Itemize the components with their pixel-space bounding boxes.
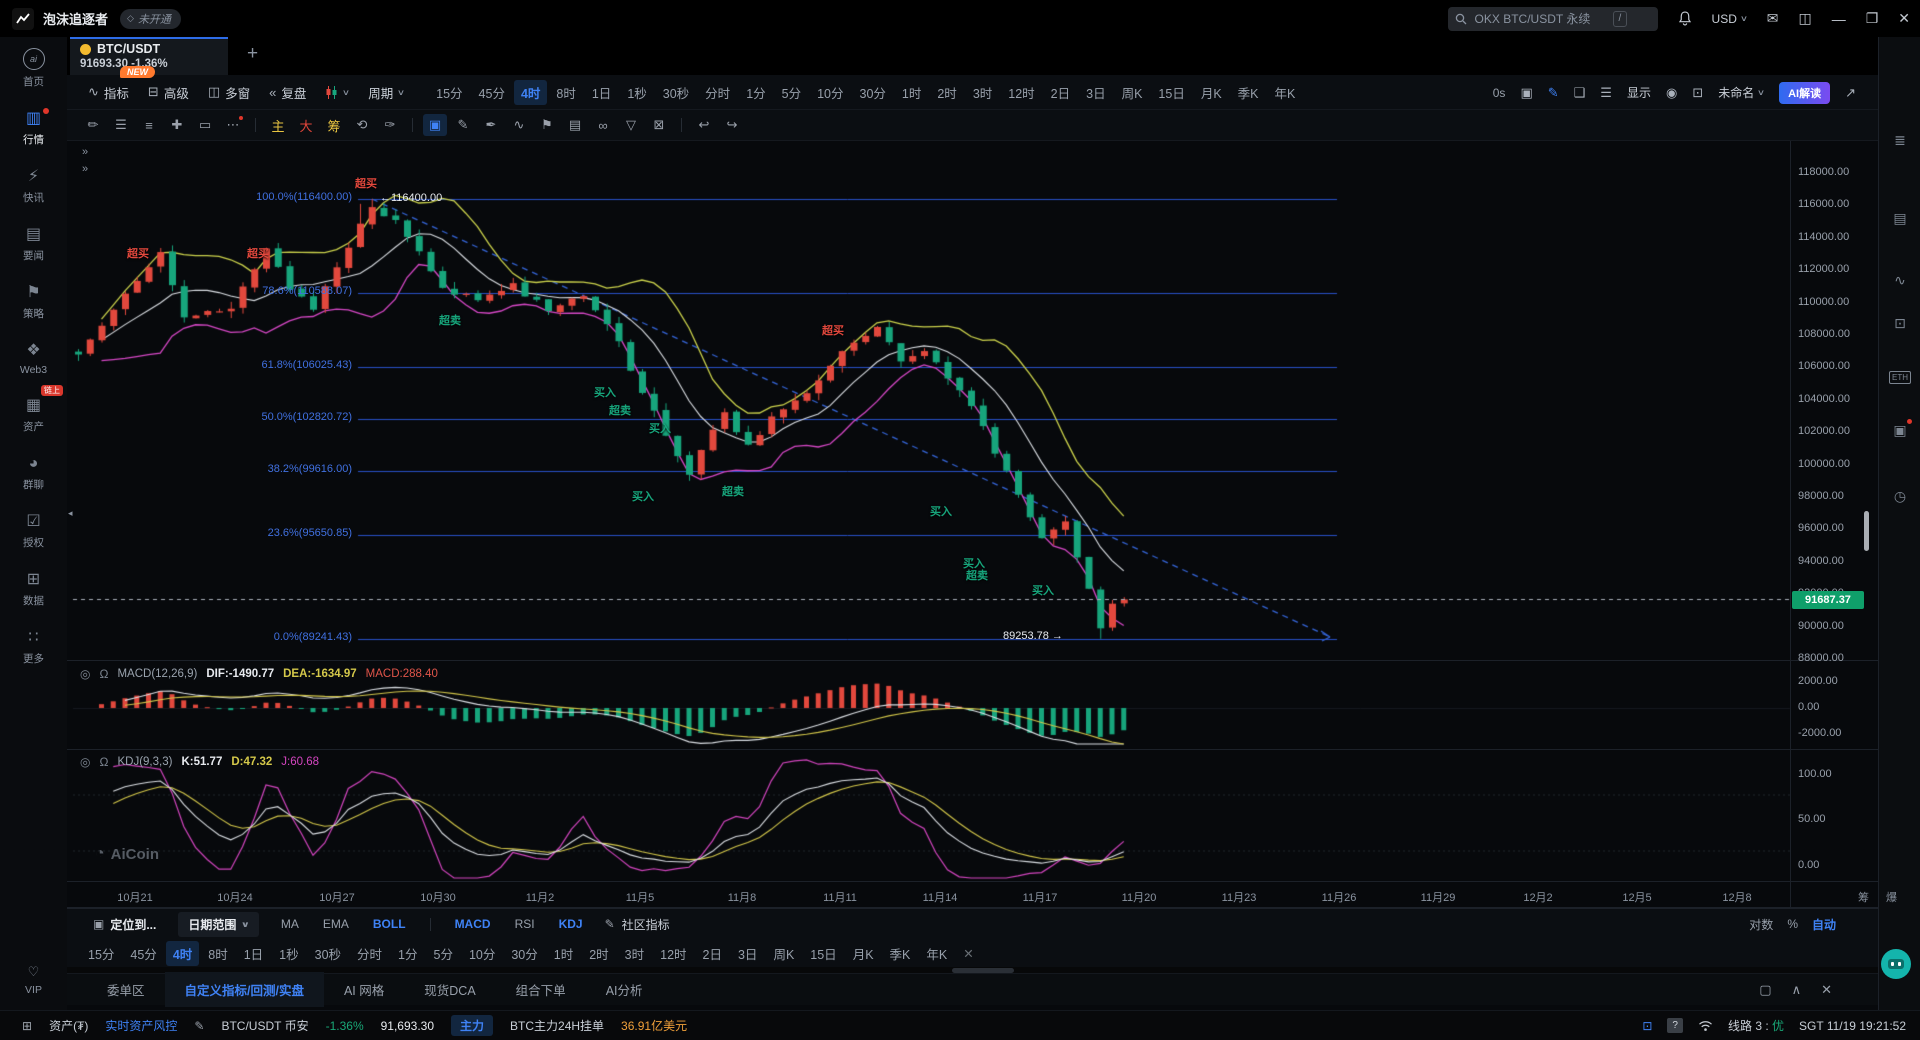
price-axis-tick: 96000.00 — [1798, 522, 1844, 534]
signal-mark-买入: 买入 — [1032, 582, 1054, 598]
new-feature-badge: NEW — [120, 66, 155, 78]
pane-divider — [67, 881, 1878, 882]
price-axis-tick: 118000.00 — [1798, 166, 1849, 178]
signal-mark-超买: 超买 — [355, 175, 377, 191]
date-axis-tick: 11月29 — [1421, 889, 1456, 905]
date-axis-tick: 10月30 — [420, 889, 455, 905]
expand-chevron-icon[interactable]: » — [82, 163, 88, 175]
date-axis-tick: 11月20 — [1122, 889, 1157, 905]
peak-price-annotation: ←116400.00 — [380, 192, 442, 204]
collapse-handle[interactable]: ◂ — [68, 508, 73, 519]
aicoin-watermark: ◔ AiCoin — [95, 845, 159, 863]
price-axis-tick: 90000.00 — [1798, 620, 1844, 632]
chart-vertical-scrollbar[interactable] — [1864, 511, 1869, 551]
price-axis-tick: 98000.00 — [1798, 490, 1844, 502]
date-axis-tick: 12月2 — [1523, 889, 1552, 905]
date-axis-tick: 12月5 — [1622, 889, 1651, 905]
kdj-pane-header: ◎ Ω KDJ(9,3,3) K:51.77 D:47.32 J:60.68 — [80, 755, 319, 769]
fib-level-label: 100.0%(116400.00) — [256, 191, 352, 203]
macd-axis-tick: 0.00 — [1798, 701, 1819, 713]
alert-bell-icon[interactable]: Ω — [99, 755, 108, 769]
signal-mark-超卖: 超卖 — [609, 402, 631, 418]
macd-pane-header: ◎ Ω MACD(12,26,9) DIF:-1490.77 DEA:-1634… — [80, 667, 438, 681]
fib-level-label: 78.6%(110588.07) — [262, 285, 352, 297]
macd-dif-value: DIF:-1490.77 — [206, 668, 274, 680]
macd-title: MACD(12,26,9) — [117, 668, 197, 680]
date-axis-tick: 11月8 — [728, 889, 757, 905]
date-axis-tick: 10月27 — [319, 889, 354, 905]
fib-level-label: 23.6%(95650.85) — [268, 527, 352, 539]
macd-hist-value: MACD:288.40 — [366, 668, 438, 680]
kdj-axis-tick: 50.00 — [1798, 813, 1826, 825]
pane-divider[interactable] — [67, 660, 1878, 661]
price-axis-tick: 102000.00 — [1798, 425, 1850, 437]
fib-level-label: 0.0%(89241.43) — [274, 631, 352, 643]
price-axis-tick: 108000.00 — [1798, 328, 1850, 340]
macd-axis-tick: -2000.00 — [1798, 727, 1841, 739]
signal-mark-超买: 超买 — [247, 245, 269, 261]
kdj-d-value: D:47.32 — [231, 756, 272, 768]
kdj-k-value: K:51.77 — [181, 756, 222, 768]
corner-button-筹[interactable]: 筹 — [1858, 889, 1869, 905]
date-axis-tick: 12月8 — [1722, 889, 1751, 905]
macd-dea-value: DEA:-1634.97 — [283, 668, 357, 680]
signal-mark-买入: 买入 — [632, 488, 654, 504]
last-price-badge: 91687.37 — [1792, 591, 1864, 609]
fib-level-label: 61.8%(106025.43) — [261, 359, 352, 371]
low-price-annotation: 89253.78 → — [1003, 630, 1063, 642]
collapse-circle-icon[interactable]: ◎ — [80, 755, 90, 769]
price-chart-canvas[interactable] — [0, 0, 1920, 1040]
signal-mark-超卖: 超卖 — [722, 483, 744, 499]
watermark-text: AiCoin — [111, 846, 159, 863]
signal-mark-买入: 买入 — [649, 420, 671, 436]
expand-chevron-icon[interactable]: » — [82, 146, 88, 158]
corner-button-爆[interactable]: 爆 — [1886, 889, 1897, 905]
price-axis-tick: 100000.00 — [1798, 458, 1850, 470]
price-axis-tick: 114000.00 — [1798, 231, 1849, 243]
date-axis-tick: 11月11 — [823, 889, 857, 905]
pane-divider[interactable] — [67, 749, 1878, 750]
kdj-axis-tick: 100.00 — [1798, 768, 1832, 780]
price-axis-tick: 94000.00 — [1798, 555, 1844, 567]
signal-mark-超买: 超买 — [127, 245, 149, 261]
date-axis-tick: 11月2 — [526, 889, 555, 905]
ai-robot-avatar[interactable] — [1881, 949, 1911, 979]
price-axis-tick: 112000.00 — [1798, 263, 1849, 275]
signal-mark-超买: 超买 — [822, 322, 844, 338]
axis-divider — [1790, 141, 1791, 908]
signal-mark-买入: 买入 — [594, 384, 616, 400]
price-axis-tick: 110000.00 — [1798, 296, 1849, 308]
price-axis-tick: 106000.00 — [1798, 360, 1850, 372]
date-axis-tick: 11月26 — [1322, 889, 1357, 905]
date-axis-tick: 11月14 — [923, 889, 958, 905]
signal-mark-买入: 买入 — [963, 555, 985, 571]
kdj-title: KDJ(9,3,3) — [117, 756, 172, 768]
fib-level-label: 38.2%(99616.00) — [268, 463, 352, 475]
kdj-axis-tick: 0.00 — [1798, 859, 1819, 871]
price-axis-tick: 88000.00 — [1798, 652, 1844, 664]
date-axis-tick: 10月21 — [117, 889, 152, 905]
alert-bell-icon[interactable]: Ω — [99, 667, 108, 681]
fib-level-label: 50.0%(102820.72) — [261, 411, 352, 423]
kdj-j-value: J:60.68 — [281, 756, 319, 768]
collapse-circle-icon[interactable]: ◎ — [80, 667, 90, 681]
date-axis-tick: 11月23 — [1222, 889, 1257, 905]
signal-mark-买入: 买入 — [930, 503, 952, 519]
price-axis-tick: 104000.00 — [1798, 393, 1850, 405]
signal-mark-超卖: 超卖 — [439, 312, 461, 328]
price-axis-tick: 116000.00 — [1798, 198, 1849, 210]
macd-axis-tick: 2000.00 — [1798, 675, 1838, 687]
horizontal-scrollbar[interactable] — [952, 968, 1014, 973]
date-axis-tick: 10月24 — [217, 889, 252, 905]
axis-bottom-divider — [67, 907, 1878, 908]
aicoin-logo-icon: ◔ — [95, 845, 105, 863]
date-axis-tick: 11月5 — [626, 889, 655, 905]
date-axis-tick: 11月17 — [1023, 889, 1058, 905]
